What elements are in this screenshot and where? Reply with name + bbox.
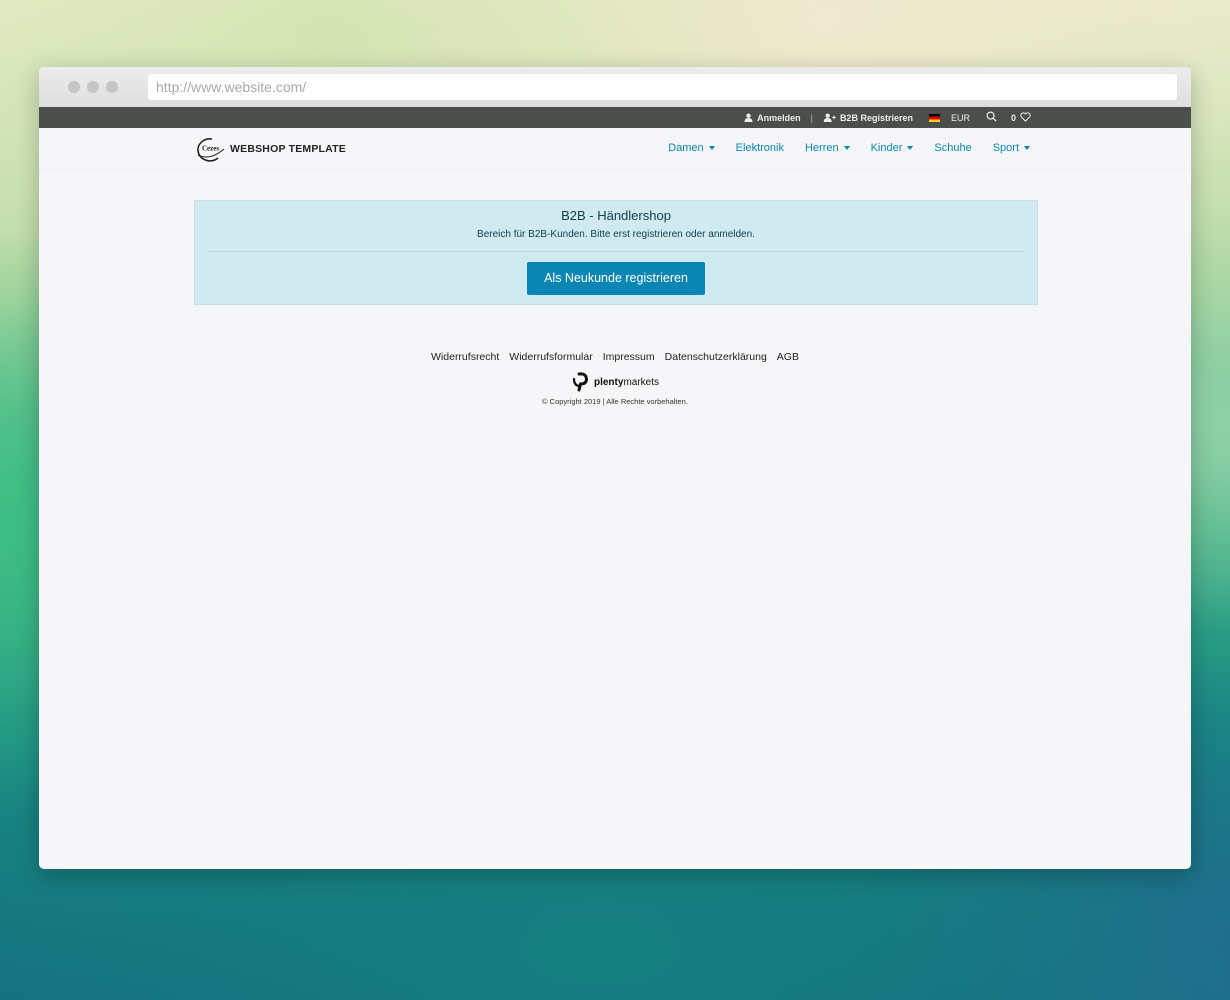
cezes-logo-icon: Cezes [197, 138, 225, 162]
footer-links: Widerrufsrecht Widerrufsformular Impress… [39, 351, 1191, 363]
category-menu: Damen Elektronik Herren Kinder Schuhe Sp… [668, 142, 1030, 154]
nav-item-damen[interactable]: Damen [668, 142, 715, 154]
nav-item-sport[interactable]: Sport [993, 142, 1030, 154]
caret-down-icon [907, 146, 914, 150]
footer-link-datenschutz[interactable]: Datenschutzerklärung [665, 351, 767, 363]
copyright-text: © Copyright 2019 | Alle Rechte vorbehalt… [542, 397, 688, 406]
footer: Widerrufsrecht Widerrufsformular Impress… [39, 351, 1191, 406]
close-dot[interactable] [68, 81, 80, 93]
plentymarkets-logo[interactable]: plentymarkets [39, 371, 1191, 393]
maximize-dot[interactable] [106, 81, 118, 93]
footer-link-agb[interactable]: AGB [777, 351, 799, 363]
nav-item-elektronik[interactable]: Elektronik [736, 142, 784, 154]
address-bar[interactable]: http://www.website.com/ [148, 74, 1177, 100]
plentymarkets-wordmark: plentymarkets [594, 377, 659, 388]
alert-divider [208, 251, 1024, 252]
heart-icon[interactable] [1020, 111, 1031, 124]
nav-item-kinder[interactable]: Kinder [871, 142, 914, 154]
nav-label: Herren [804, 142, 839, 154]
shop-logo[interactable]: Cezes WEBSHOP TEMPLATE [194, 135, 346, 163]
b2b-register-link[interactable]: B2B Registrieren [823, 113, 913, 123]
top-bar: Anmelden | B2B Registrieren EUR 0 [39, 107, 1191, 128]
brand-bold: plenty [593, 376, 624, 388]
nav-label: Elektronik [735, 142, 784, 154]
url-text: http://www.website.com/ [156, 79, 307, 95]
german-flag-icon[interactable] [928, 113, 940, 122]
nav-label: Damen [668, 142, 704, 154]
user-icon [744, 113, 753, 122]
browser-window: http://www.website.com/ Anmelden | B2B R… [39, 67, 1191, 869]
nav-label: Schuhe [934, 142, 972, 154]
plentymarkets-p-icon [572, 372, 588, 392]
basket-count[interactable]: 0 [1011, 113, 1016, 123]
caret-down-icon [708, 146, 715, 150]
search-icon[interactable] [986, 111, 997, 124]
footer-link-impressum[interactable]: Impressum [603, 351, 655, 363]
login-link[interactable]: Anmelden [744, 113, 801, 123]
user-plus-icon [823, 113, 836, 122]
nav-item-herren[interactable]: Herren [805, 142, 850, 154]
brand-light: markets [623, 376, 659, 388]
b2b-info-alert: B2B - Händlershop Bereich für B2B-Kunden… [194, 200, 1038, 305]
alert-text: Bereich für B2B-Kunden. Bitte erst regis… [477, 229, 755, 240]
alert-title: B2B - Händlershop [561, 208, 671, 223]
footer-link-widerrufsformular[interactable]: Widerrufsformular [509, 351, 592, 363]
minimize-dot[interactable] [87, 81, 99, 93]
login-label: Anmelden [757, 112, 801, 123]
nav-item-schuhe[interactable]: Schuhe [934, 142, 971, 154]
logo-mark-text: Cezes [202, 145, 219, 153]
logo-text: WEBSHOP TEMPLATE [230, 143, 346, 155]
topbar-separator: | [810, 112, 813, 123]
b2b-register-label: B2B Registrieren [839, 112, 913, 123]
window-controls [68, 81, 118, 93]
nav-label: Sport [992, 142, 1019, 154]
browser-chrome: http://www.website.com/ [39, 67, 1191, 107]
register-button[interactable]: Als Neukunde registrieren [527, 262, 705, 295]
currency-selector[interactable]: EUR [951, 113, 970, 123]
main-navbar: Cezes WEBSHOP TEMPLATE Damen Elektronik … [39, 128, 1191, 170]
caret-down-icon [1024, 146, 1030, 150]
nav-label: Kinder [870, 142, 903, 154]
footer-link-widerrufsrecht[interactable]: Widerrufsrecht [431, 351, 499, 363]
caret-down-icon [843, 146, 850, 150]
